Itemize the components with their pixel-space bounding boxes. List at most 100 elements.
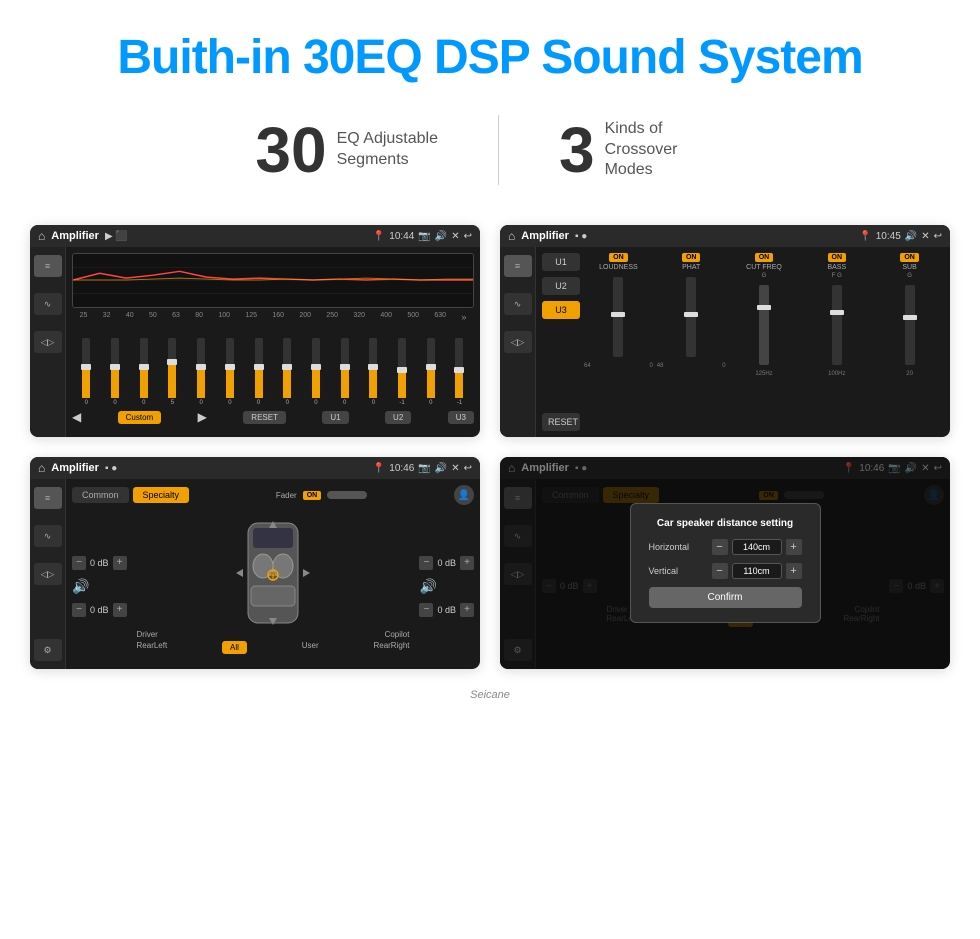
db-left-top-val: 0 dB [90, 558, 109, 568]
screen1-sidebar: ≡ ∿ ◁▷ [30, 247, 66, 437]
specialty-content: Common Specialty Fader ON 👤 − [66, 479, 480, 669]
modal-v-plus[interactable]: + [786, 563, 802, 579]
ch-phat-on[interactable]: ON [682, 253, 701, 262]
modal-overlay: Car speaker distance setting Horizontal … [500, 457, 950, 669]
db-right-top-val: 0 dB [437, 558, 456, 568]
eq-slider-2: 0 [140, 338, 148, 406]
screen2-eq-btn[interactable]: ≡ [504, 255, 532, 277]
ch-loudness-on[interactable]: ON [609, 253, 628, 262]
btn-all[interactable]: All [222, 641, 247, 654]
eq-slider-5: 0 [226, 338, 234, 406]
db-right-top-plus[interactable]: + [460, 556, 474, 570]
db-left-bot-plus[interactable]: + [113, 603, 127, 617]
screen3-time: 10:46 [389, 463, 414, 474]
sidebar-wave-btn[interactable]: ∿ [34, 293, 62, 315]
ch-loudness-slider[interactable] [613, 277, 623, 357]
screen2-wave-btn[interactable]: ∿ [504, 293, 532, 315]
modal-h-plus[interactable]: + [786, 539, 802, 555]
db-right-top: − 0 dB + [419, 556, 474, 570]
eq-custom-btn[interactable]: Custom [118, 411, 162, 424]
eq-reset-btn[interactable]: RESET [243, 411, 286, 424]
ch-bass-on[interactable]: ON [828, 253, 847, 262]
screenshots-grid: ⌂ Amplifier ▶ ⬛ 📍 10:44 📷 🔊 ✕ ↩ ≡ ∿ ◁▷ [0, 215, 980, 689]
modal-h-minus[interactable]: − [712, 539, 728, 555]
screen-specialty: ⌂ Amplifier ▪ ● 📍 10:46 📷 🔊 ✕ ↩ ≡ ∿ ◁▷ ⚙ [30, 457, 480, 669]
eq-slider-11: -1 [398, 338, 406, 406]
sidebar-vol-btn[interactable]: ◁▷ [34, 331, 62, 353]
db-right-top-minus[interactable]: − [419, 556, 433, 570]
db-col-right: − 0 dB + 🔊 − 0 dB + [419, 556, 474, 617]
screen1-back-icon[interactable]: ↩ [464, 231, 472, 242]
speaker-front-right-icon: 🔊 [419, 578, 436, 595]
watermark-text: Seicane [470, 689, 510, 701]
db-right-bot-plus[interactable]: + [460, 603, 474, 617]
screen2-app: Amplifier [521, 230, 569, 242]
screen3-bt-btn[interactable]: ⚙ [34, 639, 62, 661]
screen1-topbar: ⌂ Amplifier ▶ ⬛ 📍 10:44 📷 🔊 ✕ ↩ [30, 225, 480, 247]
eq-slider-13: -1 [455, 338, 463, 406]
ch-bass-slider[interactable] [832, 285, 842, 365]
home-icon[interactable]: ⌂ [38, 229, 45, 243]
db-right-bot-minus[interactable]: − [419, 603, 433, 617]
screen2-back-icon[interactable]: ↩ [934, 231, 942, 242]
confirm-button[interactable]: Confirm [649, 587, 802, 608]
speaker-layout-area: − 0 dB + 🔊 − 0 dB + [72, 509, 474, 663]
screen3-vol-btn[interactable]: ◁▷ [34, 563, 62, 585]
modal-v-minus[interactable]: − [712, 563, 728, 579]
screen2-time: 10:45 [876, 231, 901, 242]
ch-sub-on[interactable]: ON [900, 253, 919, 262]
page-header: Buith-in 30EQ DSP Sound System [0, 0, 980, 95]
eq-prev-btn[interactable]: ◀ [72, 410, 81, 424]
ch-cutfreq-on[interactable]: ON [755, 253, 774, 262]
speaker-icons-left: 🔊 [72, 578, 127, 595]
screen1-content: 25 32 40 50 63 80 100 125 160 200 250 32… [66, 247, 480, 437]
speaker-icons-right: 🔊 [419, 578, 474, 595]
db-left-bot-val: 0 dB [90, 605, 109, 615]
sidebar-eq-btn[interactable]: ≡ [34, 255, 62, 277]
screen3-wave-btn[interactable]: ∿ [34, 525, 62, 547]
db-left-top-minus[interactable]: − [72, 556, 86, 570]
eq-u3-btn[interactable]: U3 [448, 411, 474, 424]
eq-u2-btn[interactable]: U2 [385, 411, 411, 424]
db-left-top-plus[interactable]: + [113, 556, 127, 570]
preset-u2[interactable]: U2 [542, 277, 580, 295]
preset-col: U1 U2 U3 RESET [542, 253, 580, 431]
ch-sub-slider[interactable] [905, 285, 915, 365]
screen3-eq-btn[interactable]: ≡ [34, 487, 62, 509]
eq-slider-8: 0 [312, 338, 320, 406]
fader-slider[interactable] [327, 491, 367, 499]
fader-on-badge[interactable]: ON [303, 491, 322, 500]
eq-chart [72, 253, 474, 308]
preset-u3[interactable]: U3 [542, 301, 580, 319]
screen3-app: Amplifier [51, 462, 99, 474]
ch-cutfreq-slider[interactable] [759, 285, 769, 365]
screen1-time: 10:44 [389, 231, 414, 242]
db-left-bot-minus[interactable]: − [72, 603, 86, 617]
ch-phat-slider[interactable] [686, 277, 696, 357]
screen2-vol-btn[interactable]: ◁▷ [504, 331, 532, 353]
screen3-location-icon: 📍 [373, 463, 385, 474]
preset-u1[interactable]: U1 [542, 253, 580, 271]
tab-specialty[interactable]: Specialty [133, 487, 190, 503]
modal-title: Car speaker distance setting [649, 518, 802, 529]
screen2-vol-icon: 🔊 [905, 231, 917, 242]
modal-h-value[interactable]: 140cm [732, 539, 782, 555]
screen1-app: Amplifier [51, 230, 99, 242]
modal-v-value[interactable]: 110cm [732, 563, 782, 579]
eq-next-btn[interactable]: ▶ [198, 410, 207, 424]
fader-label: Fader [276, 491, 297, 500]
eq-slider-4: 0 [197, 338, 205, 406]
screen3-home-icon[interactable]: ⌂ [38, 461, 45, 475]
modal-confirm-row: Confirm [649, 587, 802, 608]
screen3-icons: ▪ ● [105, 463, 117, 474]
preset-reset[interactable]: RESET [542, 413, 580, 431]
eq-u1-btn[interactable]: U1 [322, 411, 348, 424]
eq-slider-7: 0 [283, 338, 291, 406]
db-col-left: − 0 dB + 🔊 − 0 dB + [72, 556, 127, 617]
label-user[interactable]: User [302, 641, 319, 654]
tab-common[interactable]: Common [72, 487, 129, 503]
eq-slider-12: 0 [427, 338, 435, 406]
screen3-body: ≡ ∿ ◁▷ ⚙ Common Specialty Fader ON 👤 [30, 479, 480, 669]
screen3-back-icon[interactable]: ↩ [464, 463, 472, 474]
screen2-home-icon[interactable]: ⌂ [508, 229, 515, 243]
